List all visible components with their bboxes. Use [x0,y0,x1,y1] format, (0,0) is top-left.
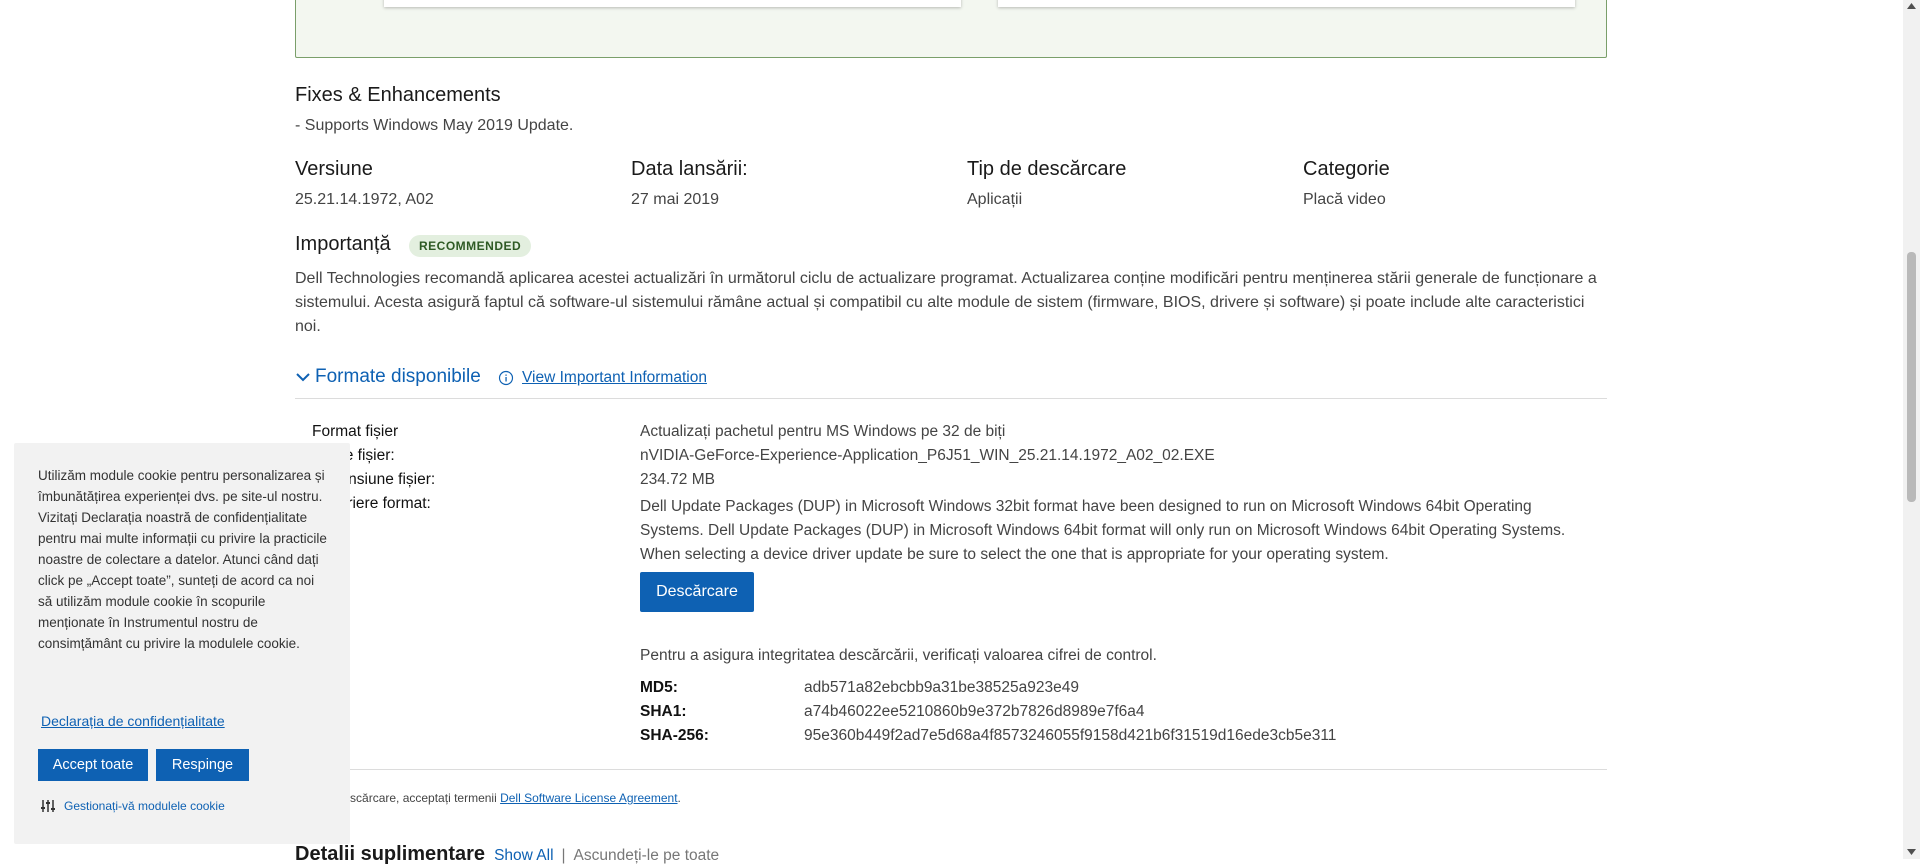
license-suffix: . [677,791,681,805]
download-button[interactable]: Descărcare [640,572,754,612]
version-label: Versiune [295,158,373,180]
importance-badge: RECOMMENDED [409,235,532,257]
license-link[interactable]: Dell Software License Agreement [500,791,677,805]
category-label: Categorie [1303,158,1390,180]
sha1-label: SHA1: [640,703,687,720]
formats-divider-bottom [295,769,1607,770]
scroll-up-arrow-icon[interactable] [1907,3,1916,9]
file-format-value: Actualizați pachetul pentru MS Windows p… [640,423,1006,440]
scroll-down-arrow-icon[interactable] [1907,849,1916,855]
release-date-value: 27 mai 2019 [631,191,720,208]
formats-toggle-label: Formate disponibile [315,366,481,387]
md5-value: adb571a82ebcbb9a31be38525a923e49 [804,679,1079,696]
importance-text: Dell Technologies recomandă aplicarea ac… [295,270,1597,335]
important-info-link-text[interactable]: View Important Information [522,369,707,387]
hide-all-link[interactable]: Ascundeți-le pe toate [574,847,720,865]
category-value: Placă video [1303,191,1386,208]
details-separator: | [561,847,566,864]
privacy-link[interactable]: Declarația de confidențialitate [41,713,225,729]
accept-all-button[interactable]: Accept toate [38,749,148,781]
sha1-value: a74b46022ee5210860b9e372b7826d8989e7f6a4 [804,703,1145,720]
scrollbar-thumb[interactable] [1907,252,1916,502]
cookie-text: Utilizăm module cookie pentru personaliz… [38,468,327,651]
fixes-title: Fixes & Enhancements [295,84,501,106]
cookie-banner: Utilizăm module cookie pentru personaliz… [14,443,350,844]
file-size-value: 234.72 MB [640,471,715,488]
scrollbar[interactable] [1903,0,1920,859]
show-all-link[interactable]: Show All [494,847,553,865]
license-note: Prin descărcare, acceptați termenii Dell… [312,791,681,805]
md5-label: MD5: [640,679,678,696]
formats-divider-top [295,398,1607,399]
sha256-label: SHA-256: [640,727,709,744]
important-info-link[interactable]: View Important Information [498,369,707,387]
sha256-value: 95e360b449f2ad7e5d68a4f8573246055f9158d4… [804,727,1337,744]
release-date-label: Data lansării: [631,158,748,180]
file-name-value: nVIDIA-GeForce-Experience-Application_P6… [640,447,1215,464]
sliders-icon [41,800,55,812]
recommended-badge: RECOMMENDED [409,235,532,257]
checksum-intro: Pentru a asigura integritatea descărcări… [640,647,1157,664]
manage-cookies-text[interactable]: Gestionați-vă modulele cookie [64,799,225,813]
fixes-text: - Supports Windows May 2019 Update. [295,117,574,134]
manage-cookies-link[interactable]: Gestionați-vă modulele cookie [40,798,225,814]
version-value: 25.21.14.1972, A02 [295,191,434,208]
info-icon [498,370,514,386]
file-format-label: Format fișier [312,423,399,440]
panel-card-left [384,0,961,7]
download-type-value: Aplicații [967,191,1023,208]
format-description-value: Dell Update Packages (DUP) in Microsoft … [640,498,1566,563]
details-header: Detalii suplimentare Show All | Ascundeț… [295,843,719,866]
panel-card-right [998,0,1575,7]
formats-toggle[interactable]: Formate disponibile [295,366,481,388]
importance-title: Importanță [295,233,391,255]
reject-button[interactable]: Respinge [156,749,249,781]
green-panel [295,0,1607,58]
download-type-label: Tip de descărcare [967,158,1127,180]
chevron-down-icon [296,373,310,382]
details-title: Detalii suplimentare [295,843,486,865]
